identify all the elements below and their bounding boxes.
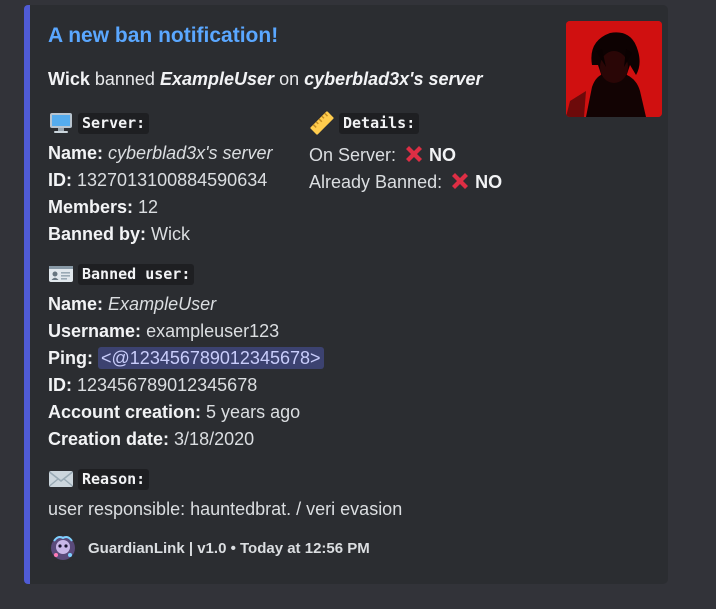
summary-preposition: on <box>279 69 300 89</box>
username-value: exampleuser123 <box>146 321 280 341</box>
target-name: ExampleUser <box>159 69 275 89</box>
already-banned-key: Already Banned: <box>309 172 443 192</box>
server-name-value: cyberblad3x's server <box>108 143 273 163</box>
computer-icon <box>48 110 74 136</box>
thumbnail-image[interactable] <box>566 21 662 117</box>
server-members-value: 12 <box>138 197 159 217</box>
details-field-header: Details: <box>309 110 420 136</box>
on-server-key: On Server: <box>309 145 397 165</box>
server-name-key: Name: <box>48 143 104 163</box>
account-creation-key: Account creation: <box>48 402 202 422</box>
cross-mark-icon <box>449 170 471 192</box>
server-members-key: Members: <box>48 197 134 217</box>
server-id-value: 1327013100884590634 <box>77 170 268 190</box>
server-id-key: ID: <box>48 170 72 190</box>
banned-by-key: Banned by: <box>48 224 147 244</box>
creation-date-row: Creation date: 3/18/2020 <box>48 429 254 450</box>
ban-summary: Wick banned ExampleUser on cyberblad3x's… <box>48 69 483 90</box>
id-card-icon <box>48 261 74 287</box>
creation-date-value: 3/18/2020 <box>174 429 255 449</box>
server-members-row: Members: 12 <box>48 197 158 218</box>
account-creation-value: 5 years ago <box>206 402 301 422</box>
reason-text: user responsible: hauntedbrat. / veri ev… <box>48 499 403 519</box>
anime-avatar-image <box>566 21 662 117</box>
actor-name: Wick <box>48 69 90 89</box>
user-id-value: 123456789012345678 <box>77 375 258 395</box>
reason-field-header: Reason: <box>48 466 150 492</box>
user-id-key: ID: <box>48 375 72 395</box>
user-id-row: ID: 123456789012345678 <box>48 375 257 396</box>
footer-text: GuardianLink | v1.0 • Today at 12:56 PM <box>88 539 370 557</box>
server-name: cyberblad3x's server <box>304 69 483 89</box>
server-field-header: Server: <box>48 110 150 136</box>
ban-notification-embed: A new ban notification! Wick banned Exam… <box>24 5 668 584</box>
creation-date-key: Creation date: <box>48 429 170 449</box>
embed-title[interactable]: A new ban notification! <box>48 24 278 48</box>
cross-mark-icon <box>403 143 425 165</box>
reason-field-label: Reason: <box>78 468 150 490</box>
summary-verb: banned <box>94 69 155 89</box>
server-name-row: Name: cyberblad3x's server <box>48 143 273 164</box>
ruler-icon <box>309 110 335 136</box>
banned-by-row: Banned by: Wick <box>48 224 190 245</box>
ping-row: Ping: <@123456789012345678> <box>48 347 324 369</box>
on-server-value: NO <box>429 145 457 165</box>
embed-content: A new ban notification! Wick banned Exam… <box>48 5 668 584</box>
account-creation-row: Account creation: 5 years ago <box>48 402 300 423</box>
on-server-row: On Server: NO <box>309 143 456 166</box>
user-name-key: Name: <box>48 294 104 314</box>
already-banned-value: NO <box>475 172 503 192</box>
already-banned-row: Already Banned: NO <box>309 170 502 193</box>
banned-user-field-label: Banned user: <box>78 263 195 285</box>
server-field-label: Server: <box>78 112 150 134</box>
username-row: Username: exampleuser123 <box>48 321 279 342</box>
details-field-label: Details: <box>339 112 420 134</box>
bot-avatar-icon <box>48 533 78 563</box>
server-id-row: ID: 1327013100884590634 <box>48 170 267 191</box>
ping-key: Ping: <box>48 348 93 368</box>
user-name-value: ExampleUser <box>108 294 217 314</box>
banned-by-value: Wick <box>151 224 191 244</box>
user-mention-link[interactable]: <@123456789012345678> <box>98 347 324 369</box>
envelope-icon <box>48 466 74 492</box>
user-name-row: Name: ExampleUser <box>48 294 216 315</box>
banned-user-field-header: Banned user: <box>48 261 195 287</box>
username-key: Username: <box>48 321 142 341</box>
embed-footer: GuardianLink | v1.0 • Today at 12:56 PM <box>48 533 370 563</box>
